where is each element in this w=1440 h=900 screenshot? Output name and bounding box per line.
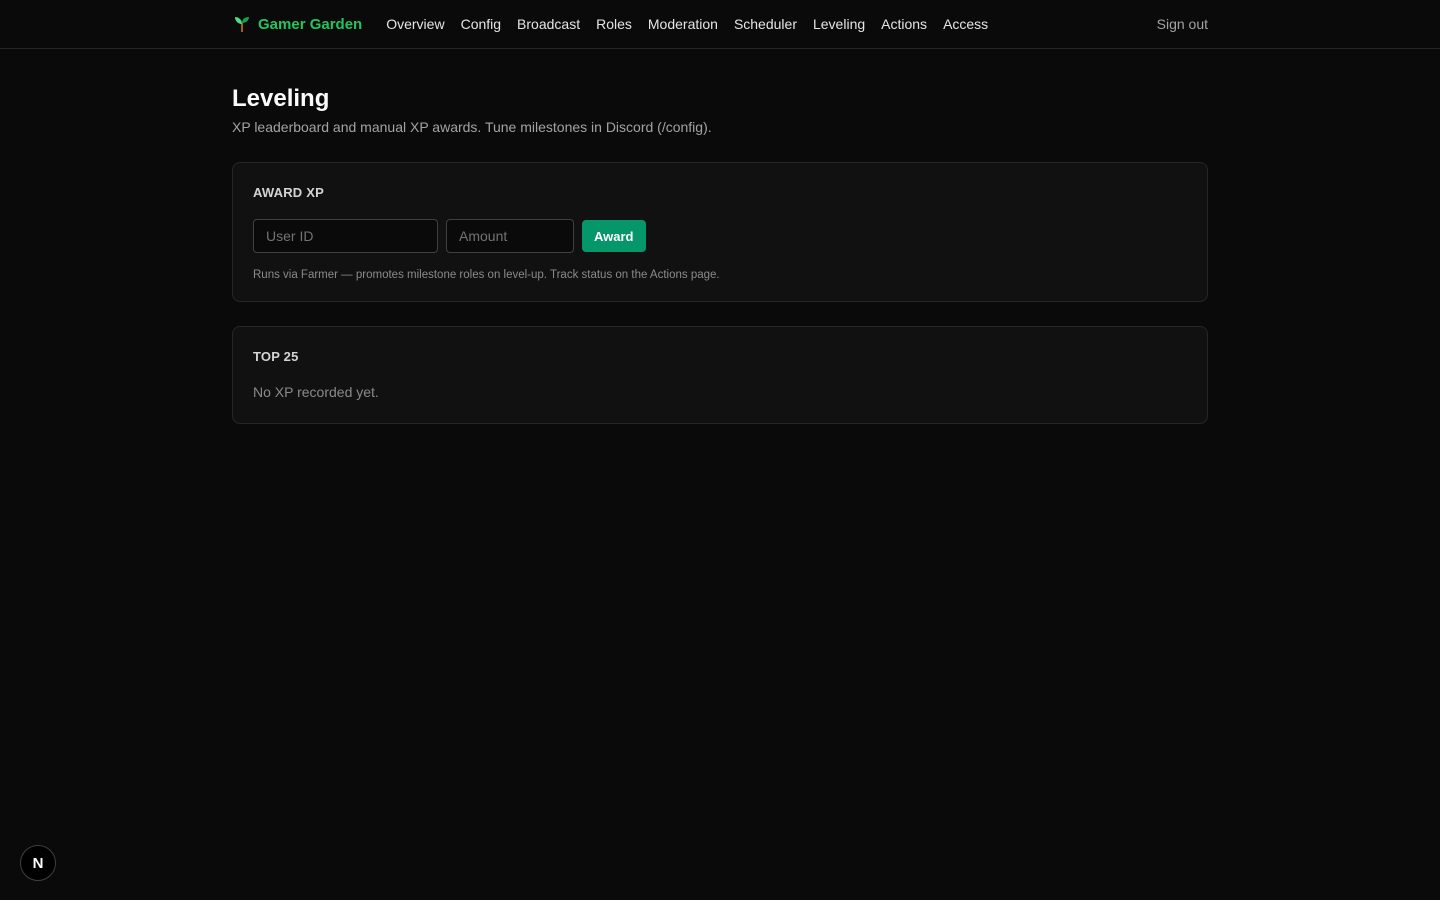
award-xp-title: AWARD XP [253,185,324,200]
amount-input[interactable] [446,219,574,253]
brand-name: Gamer Garden [258,15,363,33]
nav-config[interactable]: Config [461,16,501,32]
nav-access[interactable]: Access [943,16,988,32]
award-form: Award [253,219,1187,253]
nav-roles[interactable]: Roles [596,16,632,32]
top-navbar: Gamer Garden Overview Config Broadcast R… [0,0,1440,49]
award-xp-card: AWARD XP Award Runs via Farmer — promote… [232,162,1208,302]
leaderboard-card: TOP 25 No XP recorded yet. [232,326,1208,424]
page-title: Leveling [232,85,330,112]
user-id-input[interactable] [253,219,438,253]
dev-tools-badge[interactable]: N [20,845,56,881]
nav-broadcast[interactable]: Broadcast [517,16,580,32]
nav-moderation[interactable]: Moderation [648,16,718,32]
award-button[interactable]: Award [582,220,646,252]
award-hint: Runs via Farmer — promotes milestone rol… [253,269,720,281]
seedling-icon [232,14,252,34]
main-content: Leveling XP leaderboard and manual XP aw… [232,84,1208,424]
navbar-inner: Gamer Garden Overview Config Broadcast R… [232,0,1208,48]
page-subtitle: XP leaderboard and manual XP awards. Tun… [232,119,712,135]
leaderboard-empty-text: No XP recorded yet. [253,384,379,400]
nav-scheduler[interactable]: Scheduler [734,16,797,32]
leaderboard-title: TOP 25 [253,349,299,364]
main-nav: Overview Config Broadcast Roles Moderati… [386,16,988,32]
nav-actions[interactable]: Actions [881,16,927,32]
brand-link[interactable]: Gamer Garden [232,14,362,34]
sign-out-button[interactable]: Sign out [1157,16,1208,32]
nav-leveling[interactable]: Leveling [813,16,865,32]
nav-overview[interactable]: Overview [386,16,444,32]
